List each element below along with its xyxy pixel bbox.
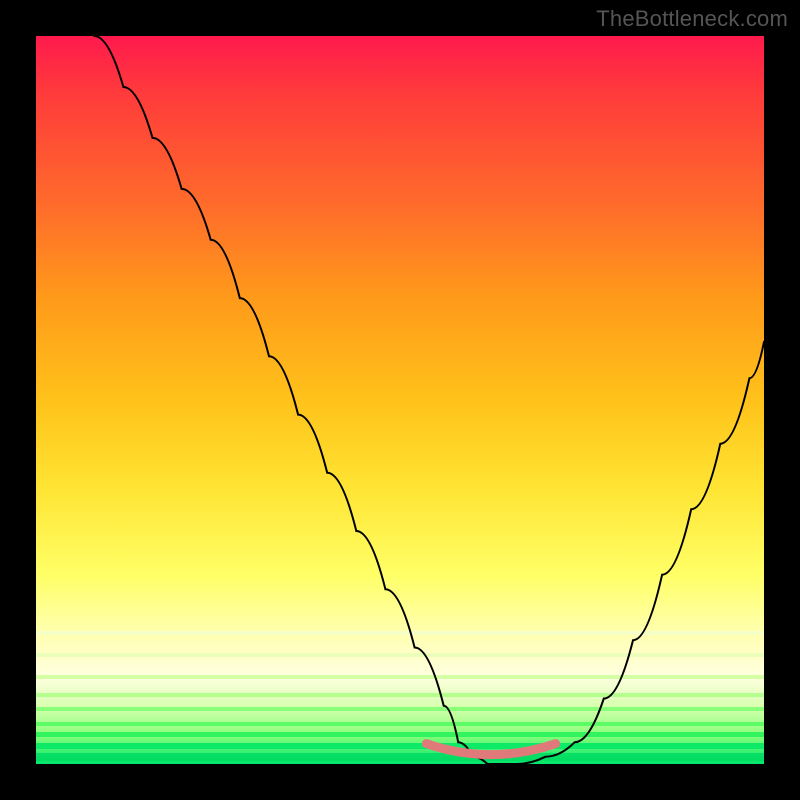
- curve-bottom-highlight: [426, 744, 555, 755]
- bottleneck-curve-svg: [36, 36, 764, 764]
- bottleneck-curve: [94, 36, 764, 764]
- watermark-text: TheBottleneck.com: [596, 6, 788, 32]
- plot-area: [36, 36, 764, 764]
- chart-frame: TheBottleneck.com: [0, 0, 800, 800]
